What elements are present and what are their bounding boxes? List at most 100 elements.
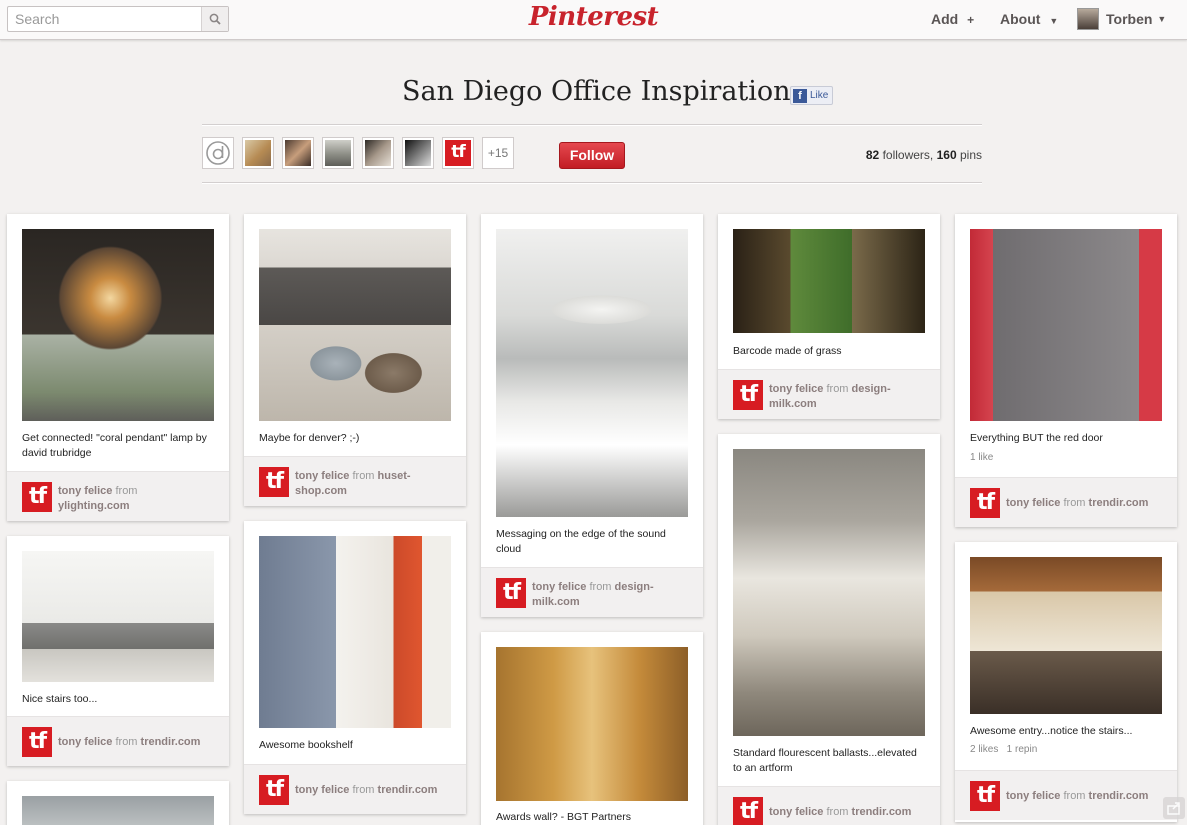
pin-attribution: tf tony felice from design-milk.com (718, 369, 940, 419)
pin-source[interactable]: trendir.com (1089, 497, 1149, 509)
pin-card[interactable]: Everything BUT the red door 1 like tf to… (955, 214, 1177, 527)
user-name: Torben (1106, 11, 1153, 27)
pin-source[interactable]: ylighting.com (58, 500, 130, 512)
pin-card[interactable]: Nice stairs too... tf tony felice from t… (7, 536, 229, 766)
pin-attribution: tf tony felice from trendir.com (955, 770, 1177, 820)
attribution-text: tony felice from trendir.com (58, 735, 218, 750)
share-icon[interactable] (1163, 797, 1185, 819)
pin-image[interactable] (22, 229, 214, 421)
from-label: from (352, 470, 375, 482)
pinner-name[interactable]: tony felice (1006, 497, 1060, 509)
pin-image[interactable] (970, 229, 1162, 421)
from-label: from (115, 485, 138, 497)
pin-image[interactable] (496, 229, 688, 517)
chevron-down-icon: ▼ (1157, 14, 1167, 24)
pin-description: Awesome entry...notice the stairs... (970, 725, 1133, 737)
pin-source[interactable]: trendir.com (1089, 790, 1149, 802)
pinner-logo-icon[interactable]: tf (22, 482, 52, 512)
pin-source[interactable]: trendir.com (852, 806, 912, 818)
nav-about[interactable]: About ▼ (1000, 11, 1058, 27)
pin-attribution: tf tony felice from trendir.com (7, 716, 229, 766)
top-bar: Pinterest Add + About ▼ Torben ▼ (0, 0, 1187, 40)
pin-attribution: tf tony felice from huset-shop.com (244, 456, 466, 506)
search-box (7, 6, 229, 32)
pinner-logo-icon[interactable]: tf (970, 488, 1000, 518)
pin-description: Awards wall? - BGT Partners (496, 811, 631, 823)
search-icon (209, 13, 221, 25)
pin-image[interactable] (733, 449, 925, 736)
pin-image[interactable] (970, 557, 1162, 714)
from-label: from (1063, 790, 1086, 802)
pinner-name[interactable]: tony felice (58, 485, 112, 497)
pin-image[interactable] (496, 647, 688, 801)
search-input[interactable] (8, 7, 201, 31)
pinner-name[interactable]: tony felice (532, 581, 586, 593)
pinner-logo-icon[interactable]: tf (733, 380, 763, 410)
attribution-text: tony felice from design-milk.com (532, 580, 692, 610)
attribution-text: tony felice from huset-shop.com (295, 469, 455, 499)
pin-attribution: tf tony felice from design-milk.com (481, 567, 703, 617)
pin-description: Nice stairs too... (22, 693, 98, 705)
pin-source[interactable]: trendir.com (141, 736, 201, 748)
attribution-text: tony felice from trendir.com (295, 783, 455, 798)
pinterest-logo[interactable]: Pinterest (520, 2, 667, 36)
pinner-name[interactable]: tony felice (769, 806, 823, 818)
pin-description: Everything BUT the red door (970, 432, 1103, 444)
pin-description: Get connected! "coral pendant" lamp by d… (22, 432, 207, 459)
nav-user-menu[interactable]: Torben ▼ (1077, 8, 1166, 30)
pin-description: Standard flourescent ballasts...elevated… (733, 747, 917, 774)
pinner-name[interactable]: tony felice (295, 470, 349, 482)
pinner-logo-icon[interactable]: tf (259, 467, 289, 497)
pin-stats: 1 like (970, 452, 994, 463)
pin-description: Awesome bookshelf (259, 739, 353, 751)
attribution-text: tony felice from design-milk.com (769, 382, 929, 412)
share-arrow-icon (1167, 802, 1180, 815)
pin-stats: 2 likes 1 repin (970, 744, 1038, 755)
pin-image[interactable] (733, 229, 925, 333)
nav-add-label: Add (931, 11, 959, 27)
avatar (1077, 8, 1099, 30)
attribution-text: tony felice from trendir.com (1006, 496, 1166, 511)
pinner-logo-icon[interactable]: tf (970, 781, 1000, 811)
pinner-logo-icon[interactable]: tf (733, 797, 763, 825)
pin-source[interactable]: trendir.com (378, 784, 438, 796)
pinner-name[interactable]: tony felice (1006, 790, 1060, 802)
pinner-name[interactable]: tony felice (58, 736, 112, 748)
pin-description: Barcode made of grass (733, 345, 842, 357)
pinner-logo-icon[interactable]: tf (259, 775, 289, 805)
pin-attribution: tf tony felice from ylighting.com (7, 471, 229, 521)
from-label: from (1063, 497, 1086, 509)
from-label: from (589, 581, 612, 593)
pinner-name[interactable]: tony felice (295, 784, 349, 796)
pinner-logo-icon[interactable]: tf (22, 727, 52, 757)
nav-about-label: About (1000, 11, 1041, 27)
pin-image[interactable] (259, 229, 451, 421)
nav-add[interactable]: Add + (931, 11, 974, 27)
attribution-text: tony felice from trendir.com (1006, 789, 1166, 804)
pin-card[interactable]: Awesome entry...notice the stairs... 2 l… (955, 542, 1177, 822)
pin-card[interactable] (7, 781, 229, 825)
pin-description: Messaging on the edge of the sound cloud (496, 528, 666, 555)
from-label: from (115, 736, 138, 748)
plus-icon: + (967, 13, 975, 27)
pin-description: Maybe for denver? ;-) (259, 432, 360, 444)
from-label: from (826, 383, 849, 395)
from-label: from (352, 784, 375, 796)
pin-card[interactable]: Awards wall? - BGT Partners (481, 632, 703, 825)
pinner-logo-icon[interactable]: tf (496, 578, 526, 608)
pin-image[interactable] (22, 551, 214, 682)
search-button[interactable] (201, 7, 228, 31)
pin-card[interactable]: Get connected! "coral pendant" lamp by d… (7, 214, 229, 521)
pin-card[interactable]: Barcode made of grass tf tony felice fro… (718, 214, 940, 419)
pin-card[interactable]: Standard flourescent ballasts...elevated… (718, 434, 940, 825)
pinner-name[interactable]: tony felice (769, 383, 823, 395)
pin-image[interactable] (259, 536, 451, 728)
pin-card[interactable]: Awesome bookshelf tf tony felice from tr… (244, 521, 466, 814)
pin-card[interactable]: Messaging on the edge of the sound cloud… (481, 214, 703, 617)
pin-attribution: tf tony felice from trendir.com (244, 764, 466, 814)
pin-card[interactable]: Maybe for denver? ;-) tf tony felice fro… (244, 214, 466, 506)
pin-attribution: tf tony felice from trendir.com (955, 477, 1177, 527)
from-label: from (826, 806, 849, 818)
pin-image[interactable] (22, 796, 214, 825)
attribution-text: tony felice from ylighting.com (58, 484, 218, 514)
